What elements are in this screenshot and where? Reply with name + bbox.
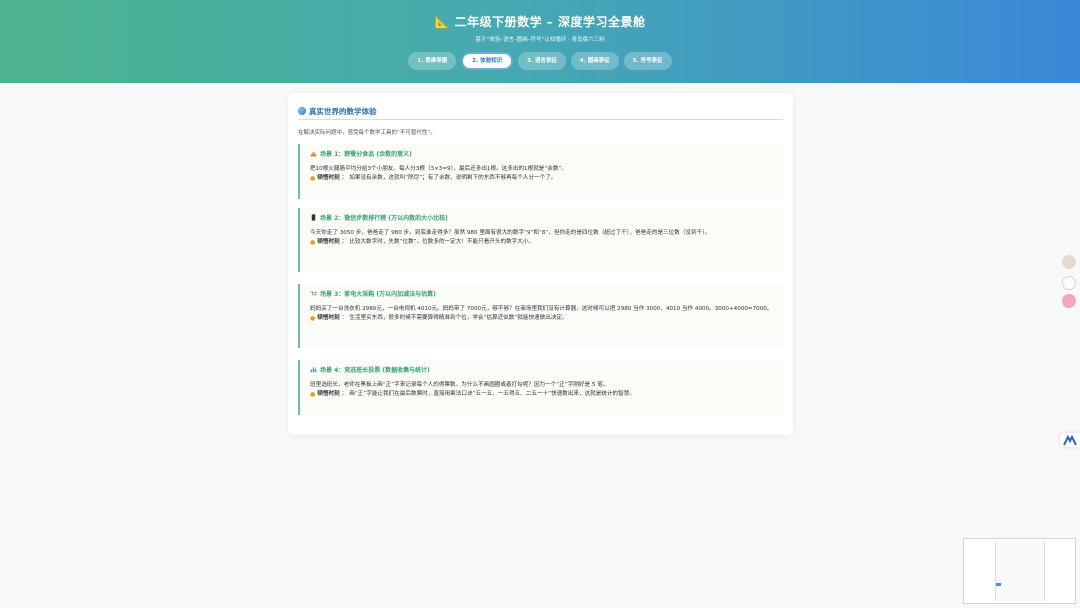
brand-logo-icon[interactable] — [1060, 433, 1080, 447]
content-card: 真实世界的数学体验 在解决实际问题中，感受每个数学工具的“不可替代性”。 场景 … — [288, 93, 793, 435]
assistant-icon[interactable] — [1062, 276, 1076, 290]
page-header: 📐 二年级下册数学 – 深度学习全景舱 基于“体验–语言–图画–符号”认知循环 … — [0, 0, 1080, 83]
tip-text: 比较大数字时，先数“位数”。位数多的一定大！不能只看开头的数字大小。 — [349, 239, 535, 245]
scene-body: 班里选班长，老师在黑板上画“正”字来记录每个人的得票数。为什么不画圆圈或者打勾呢… — [310, 382, 609, 388]
lightbulb-icon: ● — [310, 175, 316, 182]
tab-picture[interactable]: 4. 图画表征 — [570, 52, 619, 70]
scene-card: 场景 4：竞选班长投票 (数据收集与统计) 班里选班长，老师在黑板上画“正”字来… — [298, 360, 783, 415]
tab-mind-map[interactable]: 1. 思维导图 — [408, 52, 457, 70]
scene-body: 今天你走了 3050 步，爸爸走了 980 步。到底谁走得多？虽然 980 里面… — [310, 230, 711, 236]
page-title: 📐 二年级下册数学 – 深度学习全景舱 — [434, 15, 646, 29]
tip-text: 画“正”字能让我们在最后数票时，直接用乘法口诀“五一五、一五得五、二五一十”快速… — [349, 391, 635, 397]
scene-tip: ● 顿悟时刻： 如果没有余数，这就叫“除尽”；有了余数，说明剩下的东西不够再每个… — [310, 175, 557, 182]
tip-label: 顿悟时刻 — [317, 391, 340, 397]
lightbulb-icon: ● — [310, 315, 316, 322]
scene-heading: 场景 1：野餐分食品 (余数的意义) — [320, 151, 412, 158]
avatar[interactable] — [1062, 255, 1076, 269]
tip-label: 顿悟时刻 — [317, 239, 340, 245]
tab-language[interactable]: 3. 语言表征 — [518, 52, 566, 70]
bread-icon — [310, 151, 317, 157]
translate-icon[interactable] — [1062, 294, 1076, 308]
scene-heading: 场景 4：竞选班长投票 (数据收集与统计) — [320, 367, 430, 374]
shopping-icon — [310, 291, 317, 296]
tip-text: 如果没有余数，这就叫“除尽”；有了余数，说明剩下的东西不够再每个人分一个了。 — [349, 175, 557, 181]
scene-heading: 场景 2：微信步数排行榜 (万以内数的大小比较) — [320, 215, 448, 222]
tab-symbol[interactable]: 5. 符号表征 — [623, 52, 672, 70]
scene-tip: ● 顿悟时刻： 生活里买东西，很多时候不需要算得精准到个位，学会“估算近似数”就… — [310, 315, 568, 322]
scene-heading: 场景 3：家电大采购 (万以内加减法与估算) — [320, 291, 436, 298]
globe-icon — [298, 107, 306, 115]
scene-tip: ● 顿悟时刻： 画“正”字能让我们在最后数票时，直接用乘法口诀“五一五、一五得五… — [310, 391, 635, 398]
page-subtitle: 基于“体验–语言–图画–符号”认知循环 · 青岛版六三制 — [475, 37, 605, 43]
minimap-viewport — [995, 541, 1045, 601]
tip-label: 顿悟时刻 — [317, 315, 340, 321]
tip-label: 顿悟时刻 — [317, 175, 340, 181]
tip-text: 生活里买东西，很多时候不需要算得精准到个位，学会“估算近似数”就能快速做出决定。 — [349, 315, 568, 321]
section-intro: 在解决实际问题中，感受每个数学工具的“不可替代性”。 — [298, 130, 436, 136]
tab-bar: 1. 思维导图 2. 体验知识 3. 语言表征 4. 图画表征 5. 符号表征 — [0, 52, 1080, 70]
lightbulb-icon: ● — [310, 391, 316, 398]
scene-body: 把10根火腿肠平均分给3个小朋友。每人分3根（3×3=9），最后还多出1根。这多… — [310, 166, 567, 172]
chart-icon — [310, 367, 317, 373]
scene-tip: ● 顿悟时刻： 比较大数字时，先数“位数”。位数多的一定大！不能只看开头的数字大… — [310, 239, 535, 246]
page-minimap[interactable] — [963, 538, 1076, 604]
minimap-marker — [996, 583, 1001, 586]
scene-card: 场景 1：野餐分食品 (余数的意义) 把10根火腿肠平均分给3个小朋友。每人分3… — [298, 144, 783, 199]
scene-body: 妈妈买了一台洗衣机 2980元，一台电视机 4010元。妈妈带了 7000元，够… — [310, 306, 773, 312]
scene-card: 场景 3：家电大采购 (万以内加减法与估算) 妈妈买了一台洗衣机 2980元，一… — [298, 284, 783, 348]
tab-experience[interactable]: 2. 体验知识 — [461, 52, 514, 70]
section-title: 真实世界的数学体验 — [309, 106, 377, 116]
scene-card: 场景 2：微信步数排行榜 (万以内数的大小比较) 今天你走了 3050 步，爸爸… — [298, 208, 783, 272]
phone-icon — [311, 214, 316, 221]
section-header: 真实世界的数学体验 — [298, 103, 783, 120]
lightbulb-icon: ● — [310, 239, 316, 246]
